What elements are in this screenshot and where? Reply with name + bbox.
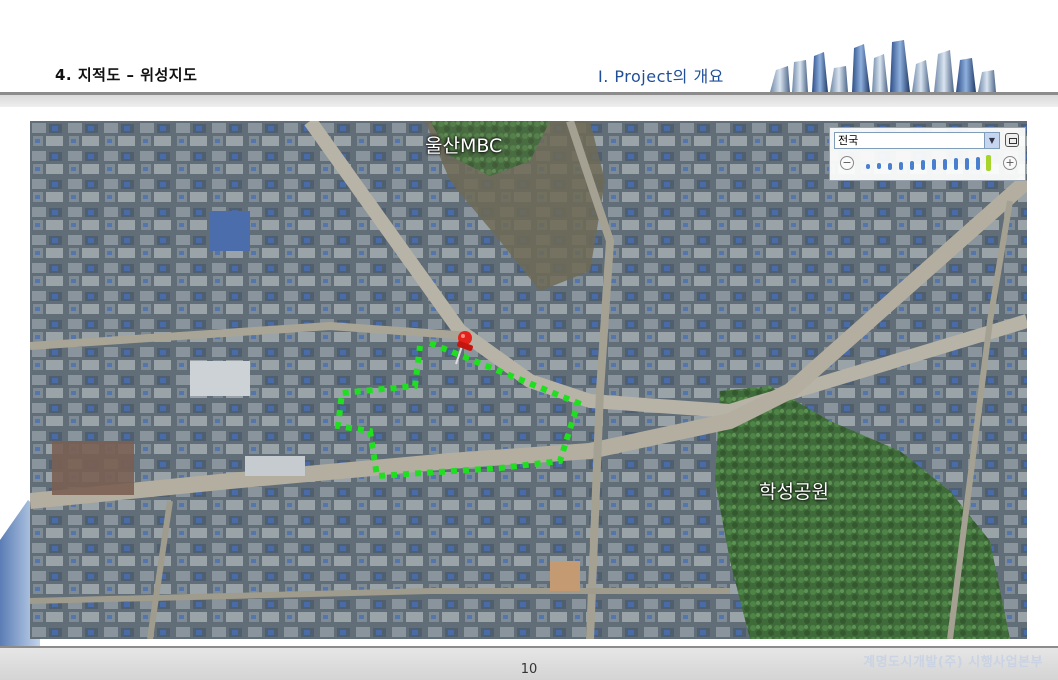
region-select-value: 전국: [838, 134, 859, 147]
minimize-button[interactable]: [1005, 133, 1019, 147]
slide-header: 4. 지적도 – 위성지도 Ⅰ. Project의 개요: [0, 0, 1058, 92]
header-divider-band: [0, 95, 1058, 107]
satellite-map[interactable]: 울산MBC 학성공원 전국 ▼ − +: [30, 121, 1027, 639]
landmark-label-park: 학성공원: [759, 481, 829, 503]
zoom-out-button[interactable]: −: [840, 156, 854, 170]
city-skyline-icon: [770, 40, 996, 92]
section-title: 4. 지적도 – 위성지도: [55, 66, 198, 84]
region-select[interactable]: 전국 ▼: [834, 132, 1000, 149]
company-name: 계명도시개발(주) 시행사업본부: [863, 655, 1043, 670]
landmark-label-mbc: 울산MBC: [425, 135, 503, 157]
chapter-title: Ⅰ. Project의 개요: [598, 67, 724, 86]
zoom-slider[interactable]: [864, 154, 994, 172]
project-boundary: [334, 340, 582, 480]
zoom-in-button[interactable]: +: [1003, 156, 1017, 170]
zoom-slider-thumb: [986, 155, 991, 171]
map-control-panel: 전국 ▼ − +: [829, 127, 1026, 181]
location-pin-icon[interactable]: [448, 326, 478, 366]
chevron-down-icon[interactable]: ▼: [984, 133, 999, 148]
